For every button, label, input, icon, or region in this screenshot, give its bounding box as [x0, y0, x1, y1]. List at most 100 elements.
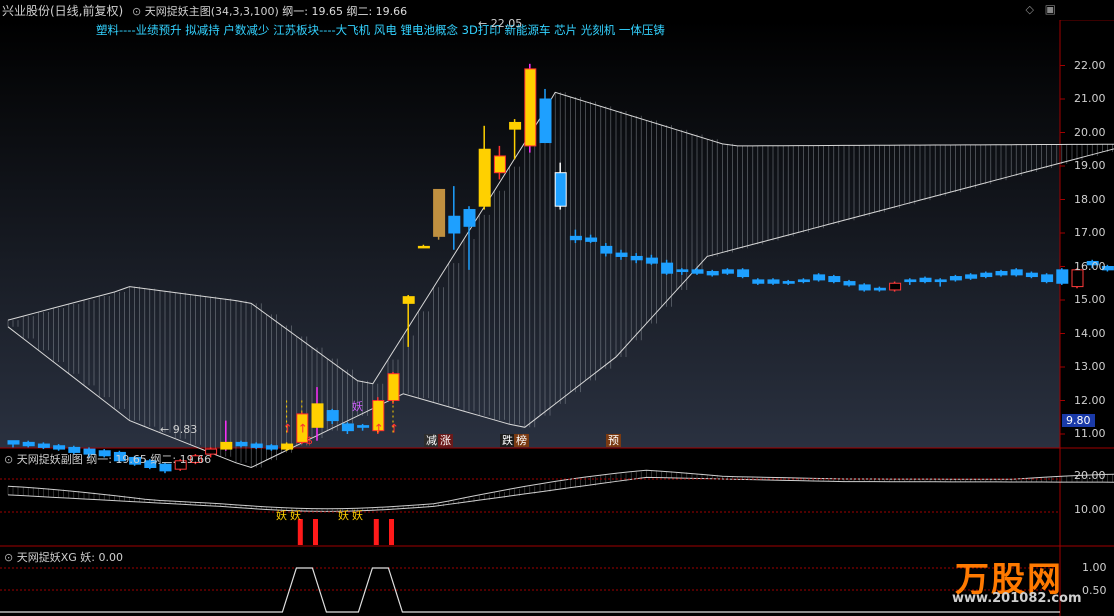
candle-body: [782, 281, 795, 284]
sub-yao-3: 妖: [338, 509, 349, 522]
candle-body: [387, 373, 400, 402]
candle-body: [676, 269, 689, 273]
xg-panel-bg: [0, 547, 1060, 616]
candle-body: [1056, 269, 1069, 284]
candle-body: [1041, 274, 1054, 283]
candle-body: [843, 281, 856, 286]
low-price-mark: ← 9.83: [160, 423, 198, 436]
candle-body: [615, 252, 628, 257]
candle-body: [524, 68, 537, 147]
candle-body: [858, 284, 871, 291]
candle-body: [904, 279, 917, 283]
candle-body: [645, 257, 658, 264]
candle-body: [995, 271, 1008, 276]
sub-yao-2: 妖: [290, 509, 301, 522]
sub-signal-bar: [389, 519, 394, 545]
xg-collapse-icon[interactable]: ⊙: [4, 551, 17, 564]
candle-body: [934, 279, 947, 283]
candle-body: [797, 279, 810, 283]
app-root: 兴业股份(日线,前复权) ◇ ▣ ↑↑↑↑ ● ⊙ 天网捉妖主图(34,3,3,…: [0, 0, 1114, 616]
candle-body: [737, 269, 750, 278]
sub-line2: 纲二: 19.66: [150, 453, 212, 466]
candle-body: [813, 274, 826, 281]
main-line2: 纲二: 19.66: [346, 5, 408, 18]
candle-body: [311, 403, 324, 428]
main-indicator-header: ⊙ 天网捉妖主图(34,3,3,100) 纲一: 19.65 纲二: 19.66: [132, 3, 407, 19]
y-axis-label: 14.00: [1074, 326, 1106, 340]
candle-body: [965, 274, 978, 279]
sub-signal-bar: [313, 519, 318, 545]
sub-yao-4: 妖: [352, 509, 363, 522]
sub-collapse-icon[interactable]: ⊙: [4, 453, 17, 466]
candle-body: [873, 287, 886, 291]
candle-body: [448, 215, 461, 234]
candle-body: [919, 277, 932, 283]
sub-signal-bar: [373, 519, 379, 545]
xg-y-1: 1.00: [1082, 561, 1107, 574]
y-axis-label: 17.00: [1074, 226, 1106, 239]
candle-body: [220, 441, 233, 450]
badge-forecast: 预: [606, 434, 621, 447]
candle-body: [767, 279, 780, 284]
candle-body: [539, 98, 552, 144]
candle-body: [417, 245, 430, 249]
candle-body: [569, 235, 582, 241]
sub-indicator-header: ⊙ 天网捉妖副图 纲一: 19.65 纲二: 19.66: [4, 451, 211, 467]
candle-body: [509, 121, 522, 130]
sub-y-10: 10.00: [1074, 503, 1106, 516]
y-axis-label: 22.00: [1074, 58, 1106, 72]
chart-canvas[interactable]: ↑ ↑ ↑ ↑: [0, 0, 1114, 616]
candle-body: [341, 423, 354, 432]
y-axis-label: 15.00: [1074, 293, 1106, 306]
candle-body: [37, 443, 50, 448]
signal-arrow: ↑: [283, 421, 293, 435]
sub-line1: 纲一: 19.65: [86, 453, 147, 466]
xg-value: 妖: 0.00: [80, 551, 123, 564]
candle-body: [250, 443, 263, 448]
y-axis-label: 11.00: [1074, 427, 1106, 440]
candle-body: [691, 269, 704, 274]
candle-body: [585, 237, 598, 242]
main-indicator-name: 天网捉妖主图: [144, 5, 211, 18]
xg-indicator-name: 天网捉妖XG: [16, 551, 77, 564]
candle-body: [493, 155, 506, 174]
main-params: (34,3,3,100): [210, 5, 279, 18]
candle-body: [7, 440, 20, 445]
candle-body: [357, 425, 370, 428]
concept-tags: 塑料----业绩预升 拟减持 户数减少 江苏板块----大飞机 风电 锂电池概念…: [96, 23, 665, 37]
signal-arrow: ↑: [389, 421, 399, 435]
sub-y-20: 20.00: [1074, 469, 1106, 482]
candle-body: [402, 296, 415, 304]
candle-body: [828, 276, 841, 283]
candle-body: [889, 282, 902, 291]
candle-body: [554, 172, 567, 207]
y-axis-label: 19.00: [1074, 159, 1106, 172]
y-axis-label: 18.00: [1074, 192, 1106, 206]
candle-body: [630, 255, 643, 261]
badge-fall: 跌: [500, 434, 515, 447]
candle-body: [721, 269, 734, 274]
badge-rise: 涨: [438, 434, 453, 447]
y-axis-label: 12.00: [1074, 393, 1106, 407]
badge-dollar: $: [306, 434, 313, 447]
candle-body: [1010, 269, 1023, 276]
candle-body: [22, 441, 35, 447]
xg-indicator-header: ⊙ 天网捉妖XG 妖: 0.00: [4, 549, 123, 565]
y-axis-label: 20.00: [1074, 125, 1106, 139]
y-axis-label: 16.00: [1074, 259, 1106, 273]
candle-body: [281, 443, 294, 450]
candle-body: [478, 148, 491, 207]
sub-indicator-name: 天网捉妖副图: [16, 453, 83, 466]
candle-body: [661, 262, 674, 274]
main-yao-label: 妖: [352, 400, 363, 413]
candle-body: [433, 188, 446, 237]
candle-body: [949, 276, 962, 281]
y-axis-label: 13.00: [1074, 360, 1106, 373]
candle-body: [265, 445, 278, 450]
signal-arrow: ↑: [374, 421, 384, 435]
badge-reduce: 减: [424, 434, 439, 447]
collapse-icon[interactable]: ⊙: [132, 5, 145, 18]
watermark-url: www.201082.com: [952, 591, 1082, 606]
candle-body: [463, 209, 476, 227]
candle-body: [53, 445, 66, 450]
